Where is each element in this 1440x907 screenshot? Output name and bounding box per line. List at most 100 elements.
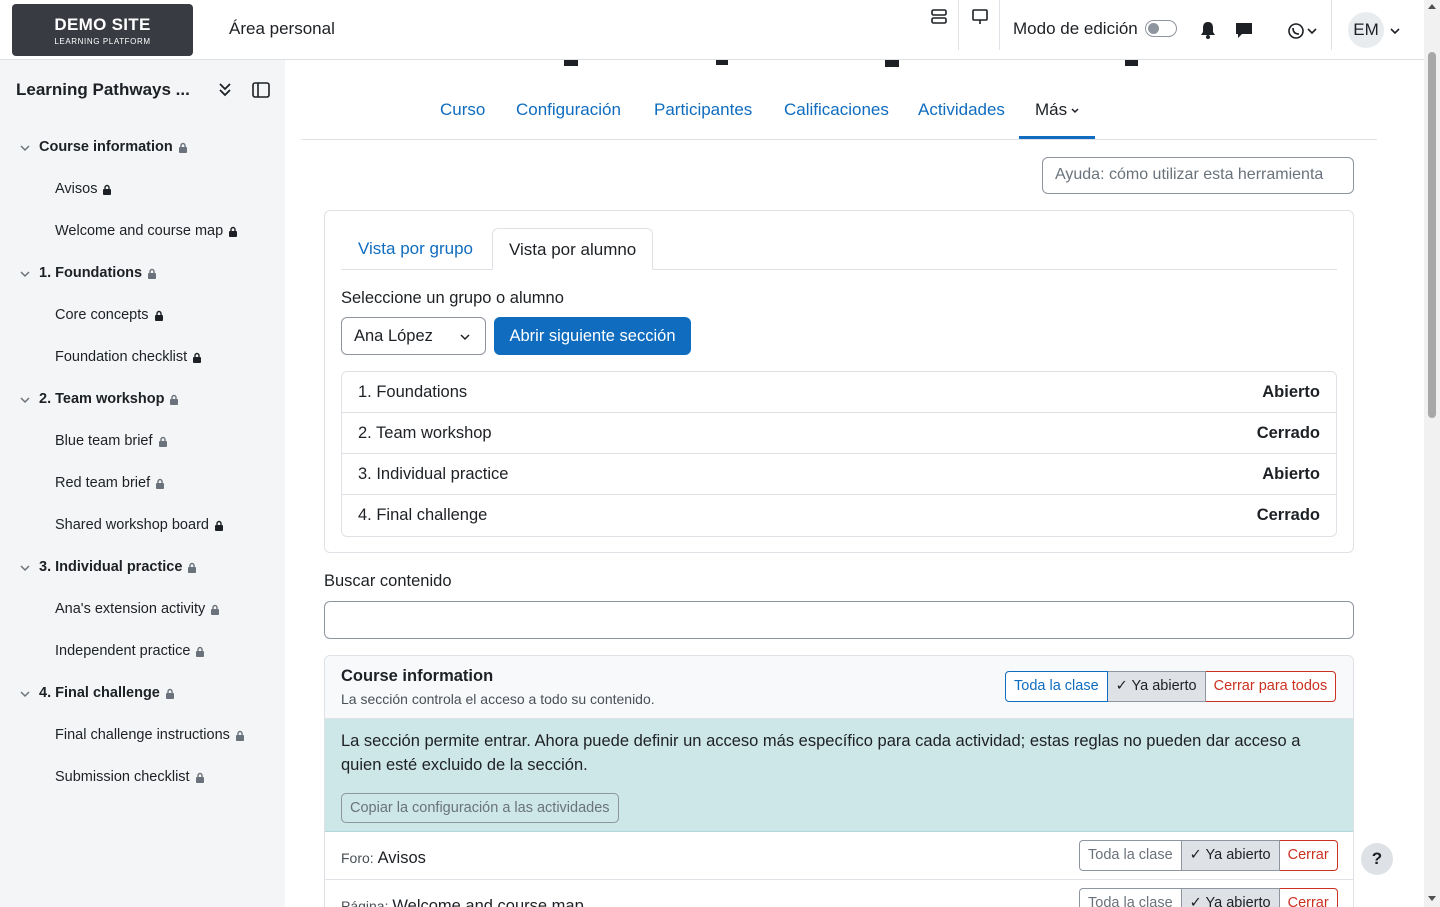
messages-icon[interactable] <box>1234 20 1254 40</box>
lock-icon <box>156 478 165 489</box>
tab-configuracion[interactable]: Configuración <box>516 100 621 120</box>
collapse-all-icon[interactable] <box>217 81 233 99</box>
open-next-section-button[interactable]: Abrir siguiente sección <box>494 317 691 355</box>
block-drawer-icon[interactable] <box>929 7 949 27</box>
activity-name[interactable]: Avisos <box>378 849 426 867</box>
lock-icon <box>211 604 220 615</box>
sidebar-section-foundations[interactable]: 1. Foundations <box>39 265 157 281</box>
chevron-down-icon[interactable] <box>19 562 31 574</box>
activity-type: Página: <box>341 898 389 907</box>
table-row: Página: Welcome and course map Toda la c… <box>325 880 1353 907</box>
chevron-down-icon[interactable] <box>19 268 31 280</box>
lock-icon <box>170 394 179 405</box>
scroll-thumb[interactable] <box>1428 52 1436 418</box>
tab-actividades[interactable]: Actividades <box>918 100 1005 120</box>
user-menu-chevron-icon[interactable] <box>1389 21 1401 41</box>
close-for-all-button[interactable]: Cerrar para todos <box>1205 671 1337 702</box>
sidebar-item-anas-extension[interactable]: Ana's extension activity <box>55 601 220 617</box>
chevron-down-icon[interactable] <box>19 688 31 700</box>
lock-icon <box>193 352 202 363</box>
copy-settings-button[interactable]: Copiar la configuración a las actividade… <box>341 793 619 823</box>
scroll-up-arrow-icon[interactable] <box>1428 4 1436 9</box>
course-index-sidebar: Learning Pathways ... Course information… <box>0 60 285 907</box>
block-title: Course information <box>341 667 494 685</box>
all-class-button[interactable]: Toda la clase <box>1005 671 1108 702</box>
sidebar-item-blue-team-brief[interactable]: Blue team brief <box>55 433 168 449</box>
edit-mode-toggle[interactable] <box>1145 20 1177 37</box>
all-class-button[interactable]: Toda la clase <box>1079 840 1182 871</box>
lock-icon <box>148 268 157 279</box>
tab-curso[interactable]: Curso <box>440 100 485 120</box>
help-fab-button[interactable]: ? <box>1361 843 1393 875</box>
block-header: Course information La sección controla e… <box>325 656 1353 719</box>
already-open-button[interactable]: ✓ Ya abierto <box>1107 671 1206 702</box>
sidebar-item-submission-checklist[interactable]: Submission checklist <box>55 769 205 785</box>
sidebar-section-team-workshop[interactable]: 2. Team workshop <box>39 391 179 407</box>
tab-mas[interactable]: Más <box>1035 100 1080 120</box>
lock-icon <box>178 142 187 153</box>
page-scrollbar[interactable] <box>1424 0 1440 907</box>
whatsapp-icon[interactable] <box>1286 21 1306 41</box>
sidebar-section-course-information[interactable]: Course information <box>39 139 188 155</box>
sidebar-item-final-challenge-instructions[interactable]: Final challenge instructions <box>55 727 245 743</box>
already-open-button[interactable]: ✓ Ya abierto <box>1181 888 1280 907</box>
sidebar-item-welcome[interactable]: Welcome and course map <box>55 223 238 239</box>
activity-name[interactable]: Welcome and course map <box>392 897 583 907</box>
brand-title: DEMO SITE <box>54 15 151 34</box>
close-button[interactable]: Cerrar <box>1279 840 1338 871</box>
sidebar-item-core-concepts[interactable]: Core concepts <box>55 307 164 323</box>
chevron-down-icon[interactable] <box>19 394 31 406</box>
select-label: Seleccione un grupo o alumno <box>341 289 564 307</box>
chevron-down-icon <box>460 334 470 341</box>
sidebar-item-independent-practice[interactable]: Independent practice <box>55 643 205 659</box>
chevron-down-icon <box>1071 107 1079 113</box>
tab-participantes[interactable]: Participantes <box>654 100 752 120</box>
all-class-button[interactable]: Toda la clase <box>1079 888 1182 907</box>
sidebar-item-red-team-brief[interactable]: Red team brief <box>55 475 165 491</box>
top-navbar: DEMO SITE LEARNING PLATFORM Área persona… <box>0 0 1424 60</box>
sidebar-item-shared-workshop-board[interactable]: Shared workshop board <box>55 517 224 533</box>
activity-access-buttons: Toda la clase ✓ Ya abierto Cerrar <box>1079 888 1338 907</box>
sidebar-section-final-challenge[interactable]: 4. Final challenge <box>39 685 175 701</box>
access-card: Vista por grupo Vista por alumno Selecci… <box>324 210 1354 553</box>
list-item: 2. Team workshop Cerrado <box>342 413 1336 454</box>
bell-icon[interactable] <box>1198 20 1218 40</box>
sidebar-item-foundation-checklist[interactable]: Foundation checklist <box>55 349 202 365</box>
help-button[interactable]: Ayuda: cómo utilizar esta herramienta <box>1042 157 1354 194</box>
list-item: 1. Foundations Abierto <box>342 372 1336 413</box>
lock-icon <box>229 226 238 237</box>
info-alert: La sección permite entrar. Ahora puede d… <box>325 719 1353 832</box>
already-open-button[interactable]: ✓ Ya abierto <box>1181 840 1280 871</box>
active-tab-indicator <box>1019 136 1095 139</box>
close-button[interactable]: Cerrar <box>1279 888 1338 907</box>
activity-type: Foro: <box>341 850 374 866</box>
chevron-down-icon[interactable] <box>19 142 31 154</box>
sidebar-section-individual-practice[interactable]: 3. Individual practice <box>39 559 197 575</box>
lock-icon <box>188 562 197 573</box>
site-logo[interactable]: DEMO SITE LEARNING PLATFORM <box>12 4 193 56</box>
tab-calificaciones[interactable]: Calificaciones <box>784 100 889 120</box>
lock-icon <box>158 436 167 447</box>
student-select[interactable]: Ana López <box>341 317 486 355</box>
alert-text: La sección permite entrar. Ahora puede d… <box>341 732 1301 774</box>
scroll-down-arrow-icon[interactable] <box>1428 896 1436 901</box>
lock-icon <box>196 646 205 657</box>
search-input[interactable] <box>324 601 1354 639</box>
course-title[interactable]: Learning Pathways ... <box>16 80 190 100</box>
sidebar-item-avisos[interactable]: Avisos <box>55 181 112 197</box>
tab-student-view[interactable]: Vista por alumno <box>492 228 654 270</box>
presentation-icon[interactable] <box>970 7 990 27</box>
block-subtitle: La sección controla el acceso a todo su … <box>341 691 655 707</box>
chevron-down-icon[interactable] <box>1306 21 1318 41</box>
lock-icon <box>103 184 112 195</box>
nav-home-link[interactable]: Área personal <box>229 19 335 39</box>
brand-subtitle: LEARNING PLATFORM <box>54 37 151 46</box>
close-drawer-icon[interactable] <box>252 82 270 98</box>
lock-icon <box>195 772 204 783</box>
lock-icon <box>154 310 163 321</box>
table-row: Foro: Avisos Toda la clase ✓ Ya abierto … <box>325 832 1353 880</box>
course-secondary-nav: Curso Configuración Participantes Califi… <box>301 89 1377 140</box>
tab-group-view[interactable]: Vista por grupo <box>342 228 489 270</box>
edit-mode-label: Modo de edición <box>1013 19 1138 38</box>
user-avatar[interactable]: EM <box>1348 12 1384 48</box>
